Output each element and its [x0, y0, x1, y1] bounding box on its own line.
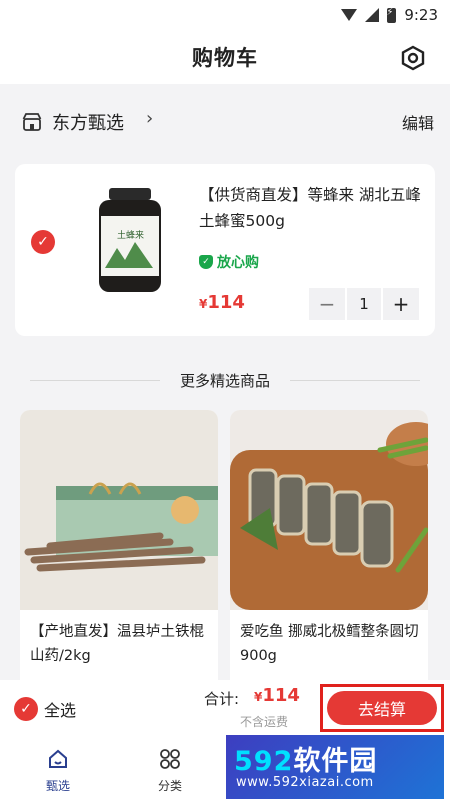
item-checkbox[interactable]: ✓	[31, 230, 55, 254]
quantity-stepper: − 1 +	[309, 288, 419, 320]
status-icons: 9:23	[341, 6, 438, 24]
page-title: 购物车	[192, 46, 258, 70]
watermark-logo: 592软件园	[234, 739, 377, 778]
total-label: 合计:	[204, 690, 240, 708]
badge-label: 放心购	[217, 255, 259, 271]
wifi-icon	[341, 9, 358, 21]
home-icon	[49, 749, 67, 768]
site-watermark: 592软件园 www.592xiazai.com	[226, 735, 444, 799]
yam-image	[20, 410, 218, 610]
tab-home[interactable]: 甄选	[28, 748, 88, 794]
total-value: 114	[262, 685, 300, 706]
select-all-checkbox[interactable]: ✓	[14, 697, 38, 721]
recommend-item[interactable]: 【产地直发】温县垆土铁棍山药/2kg	[20, 410, 218, 695]
jar-label: 土蜂来	[117, 229, 144, 241]
recommend-item[interactable]: 爱吃鱼 挪威北极鳕整条圆切 900g	[230, 410, 428, 695]
tab-category[interactable]: 分类	[140, 748, 200, 794]
fish-image	[230, 410, 428, 610]
status-bar: 9:23	[0, 0, 450, 32]
checkout-button[interactable]: 去结算	[320, 684, 444, 732]
checkout-bar: ✓ 全选 合计: ¥114 不含运费 去结算	[0, 680, 450, 736]
settings-icon[interactable]	[400, 45, 426, 71]
product-image[interactable]: 土蜂来	[95, 188, 165, 294]
store-icon	[22, 113, 42, 131]
total-price: ¥114	[254, 685, 300, 706]
category-icon	[160, 749, 180, 769]
price-value: 114	[207, 292, 245, 313]
decrement-button[interactable]: −	[309, 288, 345, 320]
chevron-right-icon: ›	[146, 108, 154, 129]
watermark-text: 软件园	[293, 746, 378, 777]
store-row[interactable]: 东方甄选 › 编辑	[12, 96, 438, 150]
select-all-label[interactable]: 全选	[44, 697, 76, 721]
recommend-title[interactable]: 爱吃鱼 挪威北极鳕整条圆切 900g	[240, 620, 420, 668]
shipping-note: 不含运费	[240, 715, 289, 729]
watermark-url: www.592xiazai.com	[236, 775, 374, 790]
watermark-number: 592	[234, 746, 294, 777]
cart-item: ✓ 土蜂来 【供货商直发】等蜂来 湖北五峰 土蜂蜜500g ✓ 放心购 ¥114…	[15, 164, 435, 336]
edit-button[interactable]: 编辑	[402, 110, 434, 134]
signal-icon	[365, 8, 380, 22]
app-header: 购物车	[0, 32, 450, 84]
quantity-value[interactable]: 1	[347, 288, 381, 320]
item-price: ¥114	[199, 292, 245, 313]
status-time: 9:23	[404, 6, 438, 24]
recommend-heading: 更多精选商品	[0, 370, 450, 391]
product-title[interactable]: 【供货商直发】等蜂来 湖北五峰 土蜂蜜500g	[199, 182, 424, 234]
store-name[interactable]: 东方甄选	[52, 109, 124, 135]
shield-icon: ✓	[199, 255, 213, 269]
battery-icon	[386, 7, 397, 23]
tab-label: 分类	[157, 779, 182, 793]
checkout-button-label[interactable]: 去结算	[327, 691, 437, 725]
recommend-title[interactable]: 【产地直发】温县垆土铁棍山药/2kg	[30, 620, 210, 668]
tab-label: 甄选	[45, 779, 70, 793]
trust-badge: ✓ 放心购	[199, 252, 259, 272]
increment-button[interactable]: +	[383, 288, 419, 320]
